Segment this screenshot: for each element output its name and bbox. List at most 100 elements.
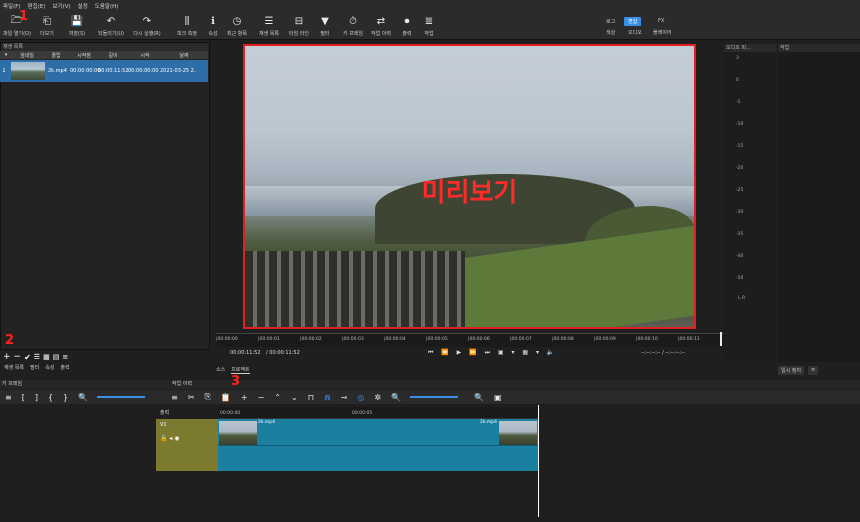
brace-left-icon[interactable]: { xyxy=(48,393,53,402)
ruler-tick: |00:00:03 xyxy=(342,337,364,342)
pause-button[interactable]: 일시 정지 xyxy=(778,366,804,375)
add-icon[interactable]: + xyxy=(3,352,11,362)
lock-icon[interactable]: 🔓 ◂ ◉ xyxy=(160,435,180,442)
tab-properties[interactable]: 속성 xyxy=(45,364,54,374)
col-start[interactable]: 시작 xyxy=(128,52,162,59)
ruler-tick: |00:00:11 xyxy=(678,337,700,342)
row-index: 1 xyxy=(2,68,6,74)
zoom-out-icon[interactable]: 🔍 xyxy=(78,393,88,402)
timeline-playhead[interactable] xyxy=(538,405,539,517)
copy-icon[interactable]: ⎘ xyxy=(205,392,211,402)
workspace-log[interactable]: 로그 xyxy=(602,17,619,26)
bottom-panels-bar: 키 프레임 작업 이력 xyxy=(0,380,860,389)
details-view-icon[interactable]: ☰ xyxy=(34,353,40,361)
toolbar-label: 재생 목록 xyxy=(259,31,279,37)
keyframe-zoom-slider[interactable] xyxy=(97,396,146,398)
zoom-fit-icon[interactable]: 🔍 xyxy=(474,393,484,402)
preview-ruler[interactable]: |00:00:00 |00:00:01 |00:00:02 |00:00:03 |00:… xyxy=(216,333,724,347)
workspace-player[interactable]: 플레이어 xyxy=(649,28,675,37)
toolbar-label: 필터 xyxy=(320,31,330,37)
workspace-fx[interactable]: FX xyxy=(654,17,668,25)
toolbar-button-8[interactable]: ☰ 재생 목록 xyxy=(254,14,284,38)
toolbar-button-3[interactable]: ↶ 되돌리기(U) xyxy=(96,14,126,38)
toolbar-button-1[interactable]: ⎗ 더보기 xyxy=(32,14,62,38)
main-toolbar: 로그 편집 FX 색상 오디오 플레이어 🗁 파일 열기(O) ⎗ 더보기 💾 저장(S)… xyxy=(0,12,860,40)
icons-view-icon[interactable]: ▤ xyxy=(53,353,60,361)
menu-icon[interactable]: ≡ xyxy=(5,393,12,402)
split-icon[interactable]: ⊓ xyxy=(308,393,314,402)
scrub-icon[interactable]: ⊸ xyxy=(341,393,348,402)
col-sort[interactable]: ▾ xyxy=(0,52,12,58)
col-clip[interactable]: 클립 xyxy=(42,52,70,59)
ruler-tick: |00:00:02 xyxy=(300,337,322,342)
tab-export[interactable]: 출력 xyxy=(60,364,69,374)
playlist-row[interactable]: 1 2k.mp4 00:00:00:00 00:00:11:52 00:00:0… xyxy=(0,60,208,82)
filter-icon: ▼ xyxy=(321,15,329,27)
cut-icon[interactable]: ✂ xyxy=(188,393,195,402)
transport-bar: 00:00:11:52 / 00:00:11:52 ⏮ ⏪ ▶ ⏩ ⏭ ▣ ▾ … xyxy=(216,347,724,361)
timeline-menu-icon[interactable]: ≡ xyxy=(171,393,178,402)
meter-tick: -30 xyxy=(736,210,744,215)
menu-item-3[interactable]: 설정 xyxy=(78,2,88,10)
ripple-all-icon[interactable]: ✲ xyxy=(374,393,381,402)
menu-item-4[interactable]: 도움말(H) xyxy=(95,2,119,10)
timeline-ruler[interactable]: 00:00:00 00:00:05 xyxy=(218,407,538,419)
bracket-left-icon[interactable]: [ xyxy=(22,393,25,402)
keyframes-tab[interactable]: 키 프레임 xyxy=(2,380,22,389)
tiles-view-icon[interactable]: ▦ xyxy=(43,353,50,361)
track-header-v1[interactable]: V1 🔓 ◂ ◉ xyxy=(156,419,218,471)
ruler-tick: |00:00:09 xyxy=(594,337,616,342)
transport-controls[interactable]: ⏮ ⏪ ▶ ⏩ ⏭ ▣ ▾ ▦ ▾ 🔈 xyxy=(428,349,557,357)
toolbar-button-7[interactable]: ◷ 최근 항목 xyxy=(222,14,252,38)
workspace-color[interactable]: 색상 xyxy=(602,28,619,37)
track-v1[interactable]: 2k.mp4 2k.mp4 xyxy=(218,419,538,471)
tab-source[interactable]: 소스 xyxy=(216,366,225,374)
ruler-playhead[interactable] xyxy=(720,332,722,346)
brace-right-icon[interactable]: } xyxy=(63,393,68,402)
tab-project[interactable]: 프로젝트 xyxy=(231,366,250,374)
tab-filter[interactable]: 필터 xyxy=(30,364,39,374)
snap-icon[interactable]: ⋒ xyxy=(324,393,331,402)
col-duration[interactable]: 길이 xyxy=(98,52,128,59)
remove-icon[interactable]: − xyxy=(258,393,265,402)
lift-icon[interactable]: ⌃ xyxy=(274,393,281,402)
toolbar-button-10[interactable]: ▼ 필터 xyxy=(310,14,340,38)
clip-label-start: 2k.mp4 xyxy=(258,420,276,425)
video-preview[interactable]: 미리보기 xyxy=(243,44,696,329)
timeline-zoom-out-icon[interactable]: 🔍 xyxy=(391,393,401,402)
jobs-menu-icon[interactable]: ≡ xyxy=(808,366,819,375)
toolbar-button-14[interactable]: ≣ 작업 xyxy=(414,14,444,38)
toolbar-button-2[interactable]: 💾 저장(S) xyxy=(62,14,92,38)
history-tab[interactable]: 작업 이력 xyxy=(172,380,192,389)
ripple-icon[interactable]: ◎ xyxy=(357,393,364,402)
remove-icon[interactable]: − xyxy=(14,352,22,362)
append-icon[interactable]: + xyxy=(241,393,248,402)
redo-icon: ↷ xyxy=(142,15,152,27)
menu-item-1[interactable]: 편집(E) xyxy=(28,2,46,10)
workspace-edit[interactable]: 편집 xyxy=(624,17,642,26)
peak-meter-icon: ⫼ xyxy=(184,15,190,27)
timeline-zoom-slider[interactable] xyxy=(410,396,459,398)
clip-thumb-end xyxy=(499,421,537,445)
menu-item-2[interactable]: 보기(V) xyxy=(52,2,70,10)
bracket-right-icon[interactable]: ] xyxy=(35,393,38,402)
menu-icon[interactable]: ≡ xyxy=(62,353,68,361)
overwrite-icon[interactable]: ⌄ xyxy=(291,393,298,402)
workspace-audio[interactable]: 오디오 xyxy=(624,28,646,37)
tab-playlist[interactable]: 재생 목록 xyxy=(4,364,24,374)
paste-icon[interactable]: 📋 xyxy=(221,393,231,402)
record-icon[interactable]: ▣ xyxy=(494,393,502,402)
menu-item-0[interactable]: 파일(F) xyxy=(3,2,21,10)
current-timecode[interactable]: 00:00:11:52 xyxy=(230,350,261,356)
toolbar-label: 다시 실행(R) xyxy=(133,31,161,37)
clip-thumbnail xyxy=(11,62,45,80)
update-icon[interactable]: ✔ xyxy=(24,353,31,362)
col-date[interactable]: 날짜 xyxy=(162,52,206,59)
col-thumbnail[interactable]: 섬네일 xyxy=(12,52,42,59)
col-in[interactable]: 시작점 xyxy=(70,52,98,59)
toolbar-button-4[interactable]: ↷ 다시 실행(R) xyxy=(132,14,162,38)
preview-label: 미리보기 xyxy=(421,178,518,208)
toolbar-button-11[interactable]: ⏱ 키 프레임 xyxy=(338,14,368,38)
track-name: V1 xyxy=(160,422,167,428)
meter-tick: -15 xyxy=(736,144,744,149)
